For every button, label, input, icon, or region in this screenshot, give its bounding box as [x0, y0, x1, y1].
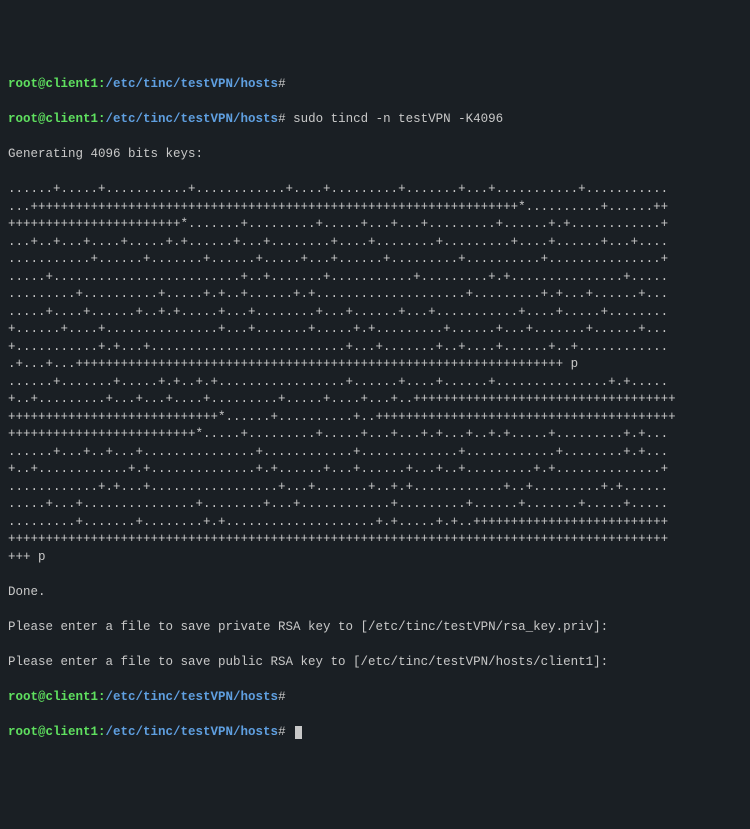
prompt-path: /etc/tinc/testVPN/hosts: [106, 77, 279, 91]
keygen-line: .+...+...+++++++++++++++++++++++++++++++…: [8, 356, 742, 374]
keygen-line: .........+..........+.....+.+..+......+.…: [8, 286, 742, 304]
keygen-line: +...........+.+...+.....................…: [8, 339, 742, 357]
prompt-hash: #: [278, 77, 286, 91]
prompt-colon: :: [98, 690, 106, 704]
cursor-icon: [295, 726, 302, 739]
keygen-line: .........+.......+........+.+...........…: [8, 514, 742, 532]
prompt-line-3: root@client1:/etc/tinc/testVPN/hosts#: [8, 689, 742, 707]
keygen-line: ++++++++++++++++++++++++++++*......+....…: [8, 409, 742, 427]
prompt-user: root@client1: [8, 690, 98, 704]
keygen-line: +..+.........+...+...+....+.........+...…: [8, 391, 742, 409]
prompt-colon: :: [98, 112, 106, 126]
prompt-path: /etc/tinc/testVPN/hosts: [106, 690, 279, 704]
keygen-line: +......+....+...............+...+.......…: [8, 321, 742, 339]
prompt-hash: #: [278, 112, 286, 126]
keygen-line: ...+++++++++++++++++++++++++++++++++++++…: [8, 199, 742, 217]
keygen-line: .....+.........................+..+.....…: [8, 269, 742, 287]
prompt-hash: #: [278, 725, 286, 739]
generating-text: Generating 4096 bits keys:: [8, 146, 742, 164]
prompt-user: root@client1: [8, 725, 98, 739]
prompt-path: /etc/tinc/testVPN/hosts: [106, 725, 279, 739]
keygen-line: +++ p: [8, 549, 742, 567]
prompt-colon: :: [98, 77, 106, 91]
done-text: Done.: [8, 584, 742, 602]
prompt-path: /etc/tinc/testVPN/hosts: [106, 112, 279, 126]
keygen-line: ...........+......+.......+......+.....+…: [8, 251, 742, 269]
keygen-line: ++++++++++++++++++++++++++++++++++++++++…: [8, 531, 742, 549]
public-key-prompt[interactable]: Please enter a file to save public RSA k…: [8, 654, 742, 672]
prompt-user: root@client1: [8, 77, 98, 91]
prompt-line-1: root@client1:/etc/tinc/testVPN/hosts#: [8, 76, 742, 94]
keygen-line: .....+...+...............+........+...+.…: [8, 496, 742, 514]
keygen-line: +++++++++++++++++++++++++*.....+........…: [8, 426, 742, 444]
prompt-hash: #: [278, 690, 286, 704]
keygen-line: .....+....+......+..+.+.....+...+.......…: [8, 304, 742, 322]
keygen-line: ...+..+...+....+.....+.+......+...+.....…: [8, 234, 742, 252]
prompt-colon: :: [98, 725, 106, 739]
prompt-user: root@client1: [8, 112, 98, 126]
prompt-line-2: root@client1:/etc/tinc/testVPN/hosts# su…: [8, 111, 742, 129]
keygen-line: ......+...+..+...+...............+......…: [8, 444, 742, 462]
private-key-prompt[interactable]: Please enter a file to save private RSA …: [8, 619, 742, 637]
command-text: sudo tincd -n testVPN -K4096: [293, 112, 503, 126]
keygen-line: ......+.......+.....+.+..+.+............…: [8, 374, 742, 392]
keygen-line: +..+............+.+..............+.+....…: [8, 461, 742, 479]
keygen-output: ......+.....+...........+............+..…: [8, 181, 742, 566]
keygen-line: ............+.+...+.................+...…: [8, 479, 742, 497]
keygen-line: +++++++++++++++++++++++*.......+........…: [8, 216, 742, 234]
keygen-line: ......+.....+...........+............+..…: [8, 181, 742, 199]
prompt-line-4[interactable]: root@client1:/etc/tinc/testVPN/hosts#: [8, 724, 742, 742]
